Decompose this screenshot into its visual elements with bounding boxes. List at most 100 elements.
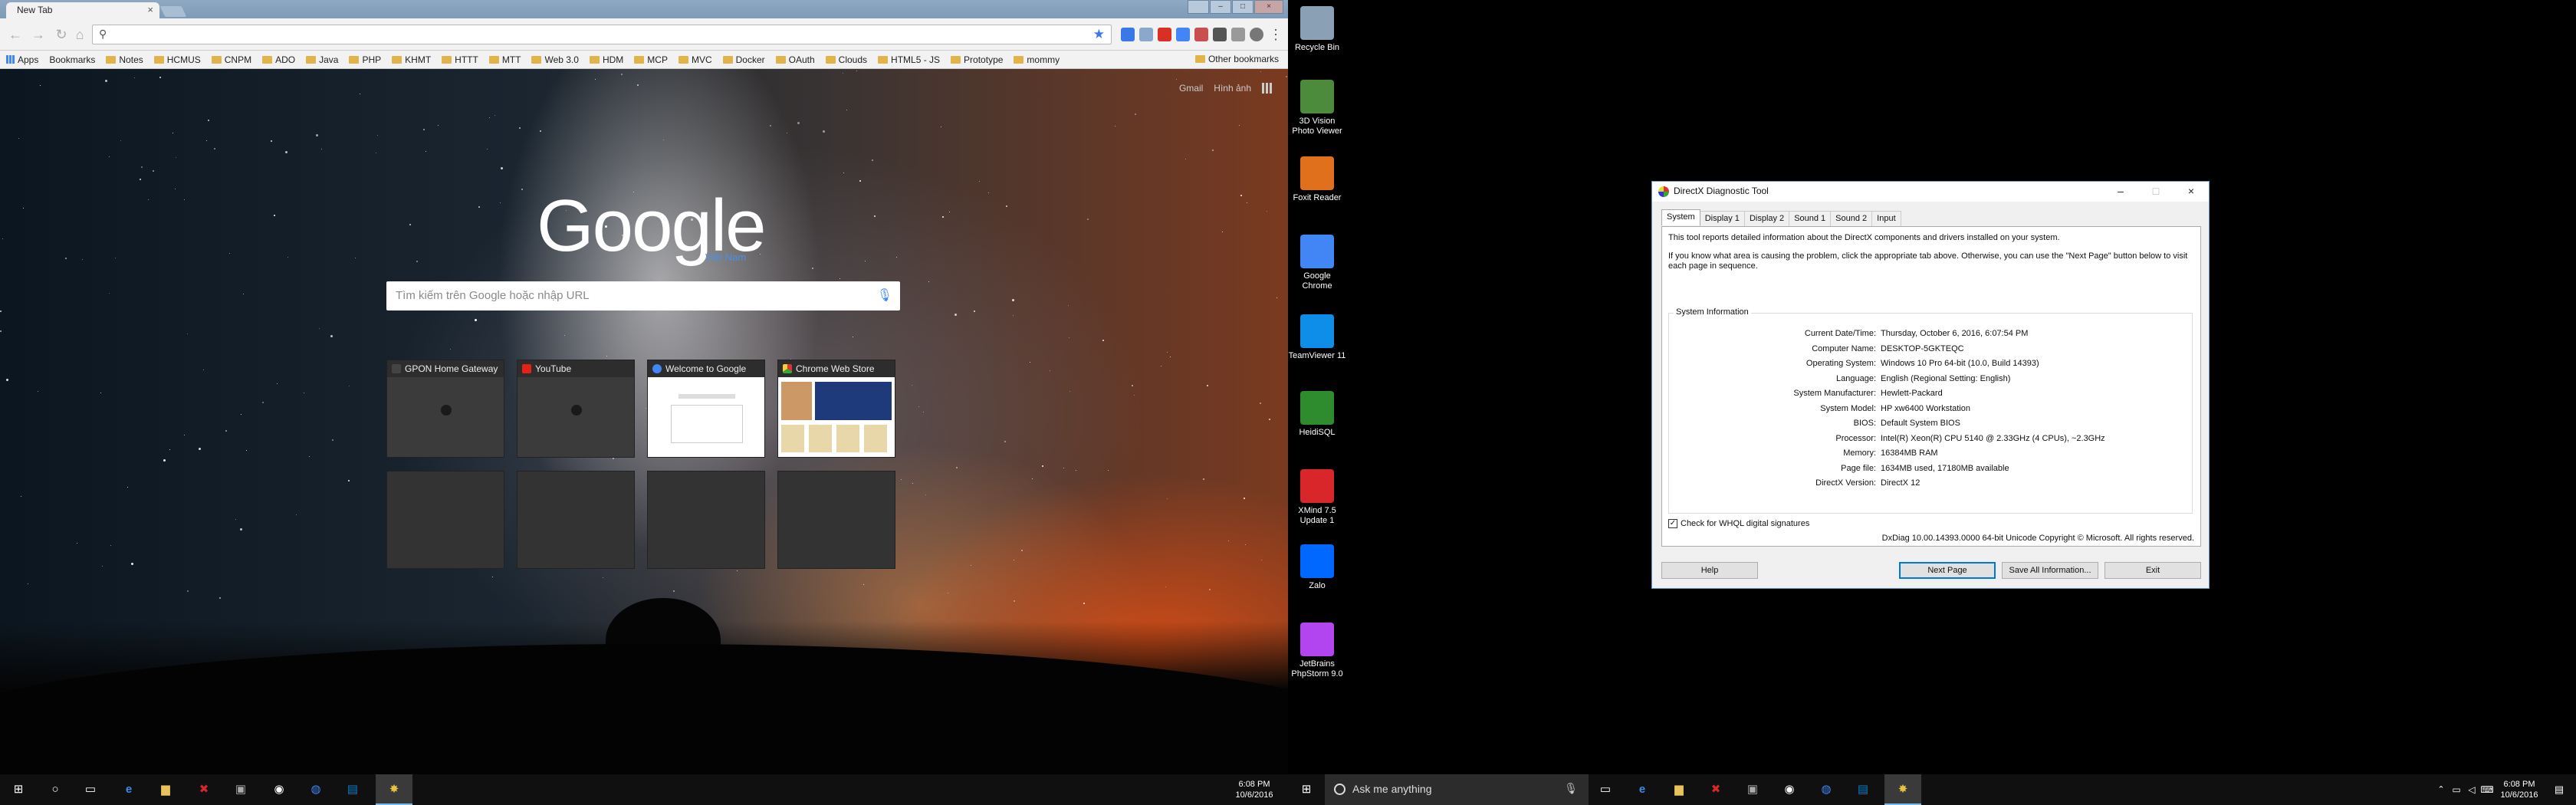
bookmark-folder[interactable]: HTML5 - JS (878, 54, 940, 65)
bookmark-folder[interactable]: MTT (488, 54, 521, 65)
bookmark-folder[interactable]: KHMT (392, 54, 431, 65)
dxdiag-titlebar[interactable]: DirectX Diagnostic Tool – □ × (1652, 182, 2209, 202)
bookmark-folder[interactable]: HTTT (442, 54, 478, 65)
minimize-button[interactable]: – (2103, 182, 2138, 202)
microphone-icon[interactable]: 🎙 (877, 288, 892, 303)
tab-input[interactable]: Input (1871, 211, 1901, 227)
xmind-icon[interactable]: ✖ (196, 782, 212, 797)
reload-icon[interactable]: ↻ (52, 25, 71, 44)
bookmark-folder[interactable]: HDM (589, 54, 623, 65)
forward-icon[interactable]: → (29, 25, 48, 44)
chrome-taskbar-icon[interactable]: ◍ (1819, 782, 1834, 797)
extension-icon[interactable] (1231, 28, 1245, 41)
extension-icon[interactable] (1250, 28, 1263, 41)
media-icon[interactable]: ◉ (271, 782, 287, 797)
bookmark-folder[interactable]: MCP (634, 54, 668, 65)
tab-sound-1[interactable]: Sound 1 (1789, 211, 1832, 227)
images-link[interactable]: Hình ảnh (1214, 83, 1251, 94)
file-explorer-icon[interactable]: ▆ (1671, 782, 1687, 797)
file-explorer-icon[interactable]: ▆ (158, 782, 173, 797)
gmail-link[interactable]: Gmail (1179, 83, 1203, 94)
close-tab-icon[interactable]: × (147, 4, 153, 15)
edge-icon[interactable]: e (121, 782, 136, 797)
dxdiag-taskbar-icon[interactable]: ✸ (386, 782, 402, 797)
archive-icon[interactable]: ▣ (1745, 782, 1760, 797)
bookmark-folder[interactable]: Java (306, 54, 338, 65)
user-button[interactable] (1188, 0, 1209, 14)
help-button[interactable]: Help (1661, 562, 1758, 579)
task-view-icon[interactable]: ▭ (1598, 782, 1613, 797)
most-visited-tile[interactable]: YouTube (517, 360, 635, 458)
chrome-taskbar-icon[interactable]: ◍ (308, 782, 324, 797)
bookmark-folder[interactable]: Prototype (951, 54, 1003, 65)
bookmark-folder[interactable]: mommy (1014, 54, 1060, 65)
tab-display-2[interactable]: Display 2 (1743, 211, 1790, 227)
extension-icon[interactable] (1213, 28, 1227, 41)
desktop-icon[interactable]: HeidiSQL (1288, 391, 1346, 438)
microphone-icon[interactable]: 🎙 (1564, 782, 1578, 795)
bookmark-folder[interactable]: CNPM (211, 54, 251, 65)
back-icon[interactable]: ← (6, 25, 25, 44)
notifications-icon[interactable]: ▤ (2551, 782, 2567, 797)
most-visited-tile[interactable]: GPON Home Gateway (386, 360, 504, 458)
maximize-button[interactable]: □ (1232, 0, 1254, 14)
next-page-button[interactable]: Next Page (1899, 562, 1996, 579)
extension-icon[interactable] (1176, 28, 1190, 41)
bookmark-folder[interactable]: HCMUS (153, 54, 201, 65)
tab-system[interactable]: System (1661, 209, 1700, 225)
omnibox[interactable]: ⚲ ★ (92, 25, 1112, 44)
desktop-icon[interactable]: TeamViewer 11 (1288, 314, 1346, 361)
close-button[interactable]: × (2174, 182, 2209, 202)
xmind-icon[interactable]: ✖ (1708, 782, 1723, 797)
tab-sound-2[interactable]: Sound 2 (1830, 211, 1873, 227)
desktop-icon[interactable]: XMind 7.5 Update 1 (1288, 469, 1346, 526)
close-window-button[interactable]: × (1254, 0, 1283, 14)
ntp-search-input[interactable]: Tìm kiếm trên Google hoặc nhập URL 🎙 (386, 281, 900, 310)
checkbox-box[interactable]: ✓ (1668, 519, 1677, 528)
bookmark-folder[interactable]: Notes (106, 54, 143, 65)
extension-icon[interactable] (1158, 28, 1171, 41)
tab-display-1[interactable]: Display 1 (1699, 211, 1745, 227)
extension-icon[interactable] (1194, 28, 1208, 41)
desktop-icon[interactable]: Zalo (1288, 544, 1346, 591)
bookmark-folder[interactable]: Clouds (825, 54, 867, 65)
menu-icon[interactable]: ⋮ (1267, 25, 1285, 44)
media-icon[interactable]: ◉ (1782, 782, 1797, 797)
extension-icon[interactable] (1121, 28, 1135, 41)
extension-icon[interactable] (1139, 28, 1153, 41)
bookmark-folder[interactable]: Web 3.0 (531, 54, 579, 65)
desktop-icon[interactable]: Foxit Reader (1288, 156, 1346, 203)
cortana-icon[interactable]: ○ (48, 782, 63, 797)
chevron-up-icon[interactable]: ⌃ (2433, 782, 2449, 797)
keyboard-icon[interactable]: ⌨ (2479, 782, 2495, 797)
bookmark-star-icon[interactable]: ★ (1092, 27, 1105, 42)
bookmark-item[interactable]: Bookmarks (49, 54, 95, 65)
home-icon[interactable]: ⌂ (71, 25, 89, 44)
minimize-button[interactable]: – (1210, 0, 1231, 14)
edge-icon[interactable]: e (1635, 782, 1650, 797)
tab-new-tab[interactable]: New Tab × (6, 2, 159, 18)
most-visited-tile[interactable]: Welcome to Google (647, 360, 765, 458)
apps-grid-icon[interactable] (1262, 83, 1273, 94)
bookmark-folder[interactable]: Docker (722, 54, 765, 65)
bookmark-folder[interactable]: OAuth (775, 54, 815, 65)
other-bookmarks[interactable]: Other bookmarks (1194, 54, 1279, 64)
most-visited-tile[interactable]: Chrome Web Store (777, 360, 895, 458)
dxdiag-taskbar-icon[interactable]: ✸ (1895, 782, 1911, 797)
new-tab-button[interactable] (159, 6, 187, 17)
teamviewer-taskbar-icon[interactable]: ▤ (1855, 782, 1871, 797)
cortana-search-box[interactable]: Ask me anything 🎙 (1325, 774, 1589, 805)
network-icon[interactable]: ▭ (2449, 782, 2464, 797)
whql-checkbox[interactable]: ✓ Check for WHQL digital signatures (1668, 519, 1809, 528)
maximize-button[interactable]: □ (2138, 182, 2174, 202)
volume-icon[interactable]: ◁ (2464, 782, 2479, 797)
windows-start-icon[interactable]: ⊞ (1299, 782, 1314, 797)
task-view-icon[interactable]: ▭ (83, 782, 98, 797)
clock[interactable]: 6:08 PM 10/6/2016 (2496, 779, 2542, 800)
bookmark-folder[interactable]: ADO (262, 54, 295, 65)
desktop-icon[interactable]: Recycle Bin (1288, 6, 1346, 53)
teamviewer-taskbar-icon[interactable]: ▤ (345, 782, 360, 797)
desktop-icon[interactable]: 3D Vision Photo Viewer (1288, 80, 1346, 136)
windows-start-icon[interactable]: ⊞ (11, 782, 26, 797)
clock[interactable]: 6:08 PM 10/6/2016 (1231, 779, 1277, 800)
